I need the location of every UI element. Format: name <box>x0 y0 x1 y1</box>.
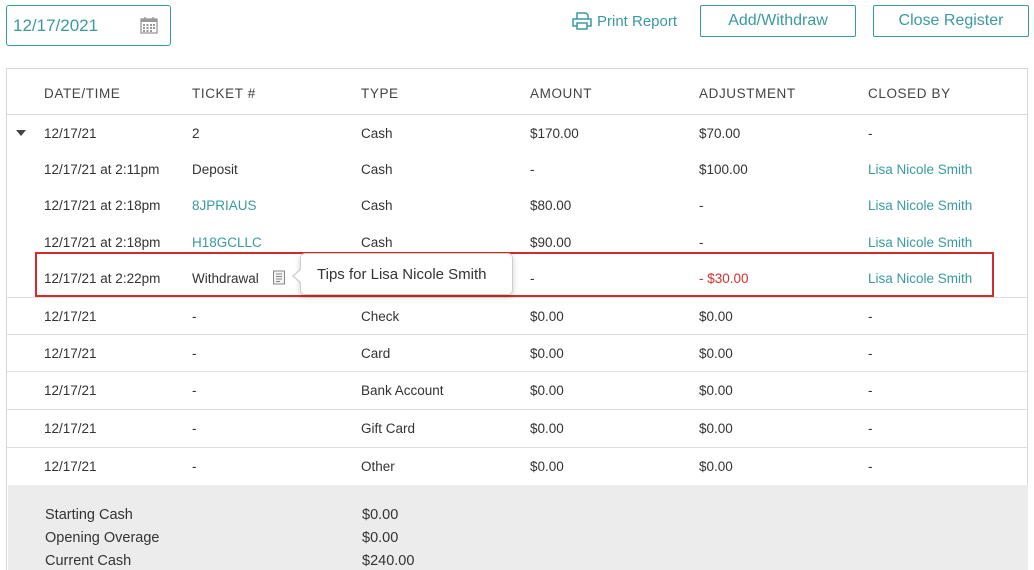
table-row: 12/17/21 - Other $0.00 $0.00 - <box>7 448 1027 485</box>
table-row: 12/17/21 at 2:11pm Deposit Cash - $100.0… <box>7 151 1027 187</box>
header-amount[interactable]: AMOUNT <box>530 86 592 101</box>
cell-adjustment: $0.00 <box>699 459 733 474</box>
cell-closed-by: - <box>868 346 873 361</box>
cell-amount: $170.00 <box>530 126 579 141</box>
cell-date: 12/17/21 <box>44 126 97 141</box>
caret-down-icon[interactable] <box>16 130 26 136</box>
cell-type: Gift Card <box>361 421 416 436</box>
cell-adjustment: $100.00 <box>699 162 748 177</box>
table-row: 12/17/21 - Card $0.00 $0.00 - <box>7 335 1027 372</box>
cell-amount: $0.00 <box>530 383 564 398</box>
cell-type: Cash <box>361 198 393 213</box>
cell-date: 12/17/21 <box>44 459 97 474</box>
cell-date: 12/17/21 at 2:18pm <box>44 198 161 213</box>
table-header: DATE/TIME TICKET # TYPE AMOUNT ADJUSTMEN… <box>7 69 1027 115</box>
summary-value: $0.00 <box>362 530 399 546</box>
cell-type: Cash <box>361 235 393 250</box>
summary-label: Current Cash <box>45 553 132 569</box>
tooltip-text: Tips for Lisa Nicole Smith <box>317 266 487 283</box>
printer-icon <box>572 12 592 30</box>
cell-ticket: - <box>192 421 197 436</box>
register-summary: Starting Cash $0.00 Opening Overage $0.0… <box>8 485 1028 570</box>
cell-adjustment: $70.00 <box>699 126 741 141</box>
tooltip: Tips for Lisa Nicole Smith <box>292 253 513 295</box>
cell-ticket: - <box>192 309 197 324</box>
cell-adjustment: - <box>699 198 704 213</box>
close-register-button[interactable]: Close Register <box>873 5 1029 37</box>
cell-amount: $90.00 <box>530 235 572 250</box>
print-report-link[interactable]: Print Report <box>571 10 677 32</box>
cell-type: Bank Account <box>361 383 444 398</box>
cell-amount: $0.00 <box>530 346 564 361</box>
closed-by-link[interactable]: Lisa Nicole Smith <box>868 162 972 177</box>
table-row: 12/17/21 - Check $0.00 $0.00 - <box>7 298 1027 335</box>
summary-value: $240.00 <box>362 553 415 569</box>
cell-closed-by: - <box>868 421 873 436</box>
cell-date: 12/17/21 <box>44 309 97 324</box>
header-ticket[interactable]: TICKET # <box>192 86 256 101</box>
cell-date: 12/17/21 at 2:11pm <box>44 162 160 177</box>
cell-amount: $0.00 <box>530 459 564 474</box>
highlight-box <box>35 252 994 297</box>
cell-adjustment: $0.00 <box>699 421 733 436</box>
cell-date: 12/17/21 <box>44 383 97 398</box>
cell-ticket: - <box>192 459 197 474</box>
cell-date: 12/17/21 <box>44 421 97 436</box>
summary-label: Starting Cash <box>45 507 133 523</box>
table-row: 12/17/21 - Bank Account $0.00 $0.00 - <box>7 372 1027 410</box>
cell-type: Card <box>361 346 391 361</box>
cell-closed-by: - <box>868 383 873 398</box>
summary-label: Opening Overage <box>45 530 160 546</box>
cell-type: Check <box>361 309 400 324</box>
cell-amount: $0.00 <box>530 421 564 436</box>
cell-adjustment: $0.00 <box>699 383 733 398</box>
summary-value: $0.00 <box>362 507 399 523</box>
closed-by-link[interactable]: Lisa Nicole Smith <box>868 235 972 250</box>
table-row: 12/17/21 at 2:18pm 8JPRIAUS Cash $80.00 … <box>7 187 1027 223</box>
header-date-time[interactable]: DATE/TIME <box>44 86 120 101</box>
ticket-link[interactable]: 8JPRIAUS <box>192 198 257 213</box>
ticket-link[interactable]: H18GCLLC <box>192 235 262 250</box>
cell-adjustment: $0.00 <box>699 309 733 324</box>
cell-type: Cash <box>361 162 393 177</box>
header-adjustment[interactable]: ADJUSTMENT <box>699 86 796 101</box>
closed-by-link[interactable]: Lisa Nicole Smith <box>868 198 972 213</box>
add-withdraw-button[interactable]: Add/Withdraw <box>700 5 856 37</box>
header-closed-by[interactable]: CLOSED BY <box>868 86 951 101</box>
calendar-icon[interactable] <box>140 16 158 34</box>
cell-adjustment: $0.00 <box>699 346 733 361</box>
register-table: DATE/TIME TICKET # TYPE AMOUNT ADJUSTMEN… <box>6 68 1028 570</box>
cell-date: 12/17/21 <box>44 346 97 361</box>
cell-ticket: 2 <box>192 126 200 141</box>
tooltip-arrow-inner <box>294 269 302 283</box>
cell-amount: - <box>530 162 535 177</box>
table-row: 12/17/21 - Gift Card $0.00 $0.00 - <box>7 410 1027 448</box>
date-input[interactable] <box>13 15 133 37</box>
cell-amount: $80.00 <box>530 198 572 213</box>
cell-closed-by: - <box>868 459 873 474</box>
cell-ticket: - <box>192 383 197 398</box>
cell-adjustment: - <box>699 235 704 250</box>
cell-ticket: - <box>192 346 197 361</box>
cell-closed-by: - <box>868 126 873 141</box>
cell-type: Cash <box>361 126 393 141</box>
cell-type: Other <box>361 459 395 474</box>
cell-closed-by: - <box>868 309 873 324</box>
date-field[interactable] <box>6 5 171 46</box>
cell-date: 12/17/21 at 2:18pm <box>44 235 161 250</box>
cell-ticket: Deposit <box>192 162 238 177</box>
header-type[interactable]: TYPE <box>361 86 399 101</box>
cell-amount: $0.00 <box>530 309 564 324</box>
toolbar: Print Report Add/Withdraw Close Register <box>0 0 1034 50</box>
table-row-group[interactable]: 12/17/21 2 Cash $170.00 $70.00 - <box>7 115 1027 151</box>
print-report-label: Print Report <box>597 12 678 30</box>
